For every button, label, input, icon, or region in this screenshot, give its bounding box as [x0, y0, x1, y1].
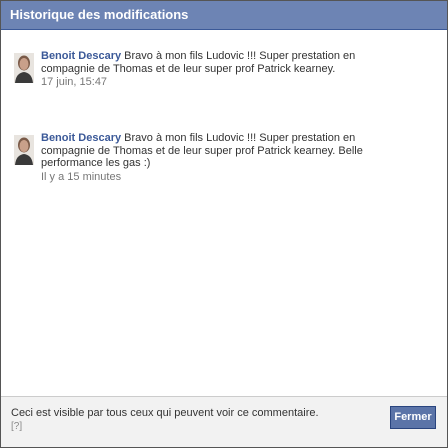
history-entry: Benoit Descary Bravo à mon fils Ludovic … [11, 47, 447, 129]
history-entry: Benoit Descary Bravo à mon fils Ludovic … [11, 129, 447, 211]
dialog-title: Historique des modifications [1, 1, 447, 30]
close-button[interactable]: Fermer [390, 406, 436, 429]
edit-history-dialog: Historique des modifications Benoit Desc… [0, 0, 448, 448]
author-link[interactable]: Benoit Descary [41, 132, 121, 144]
visibility-notice: Ceci est visible par tous ceux qui peuve… [11, 407, 319, 419]
avatar[interactable] [14, 53, 34, 83]
author-link[interactable]: Benoit Descary [41, 50, 121, 62]
help-link[interactable]: [?] [11, 420, 319, 433]
avatar[interactable] [14, 135, 34, 165]
dialog-footer: Ceci est visible par tous ceux qui peuve… [1, 396, 447, 447]
entry-timestamp: 17 juin, 15:47 [41, 76, 108, 88]
history-list: Benoit Descary Bravo à mon fils Ludovic … [1, 30, 447, 397]
entry-timestamp: Il y a 15 minutes [41, 170, 122, 183]
